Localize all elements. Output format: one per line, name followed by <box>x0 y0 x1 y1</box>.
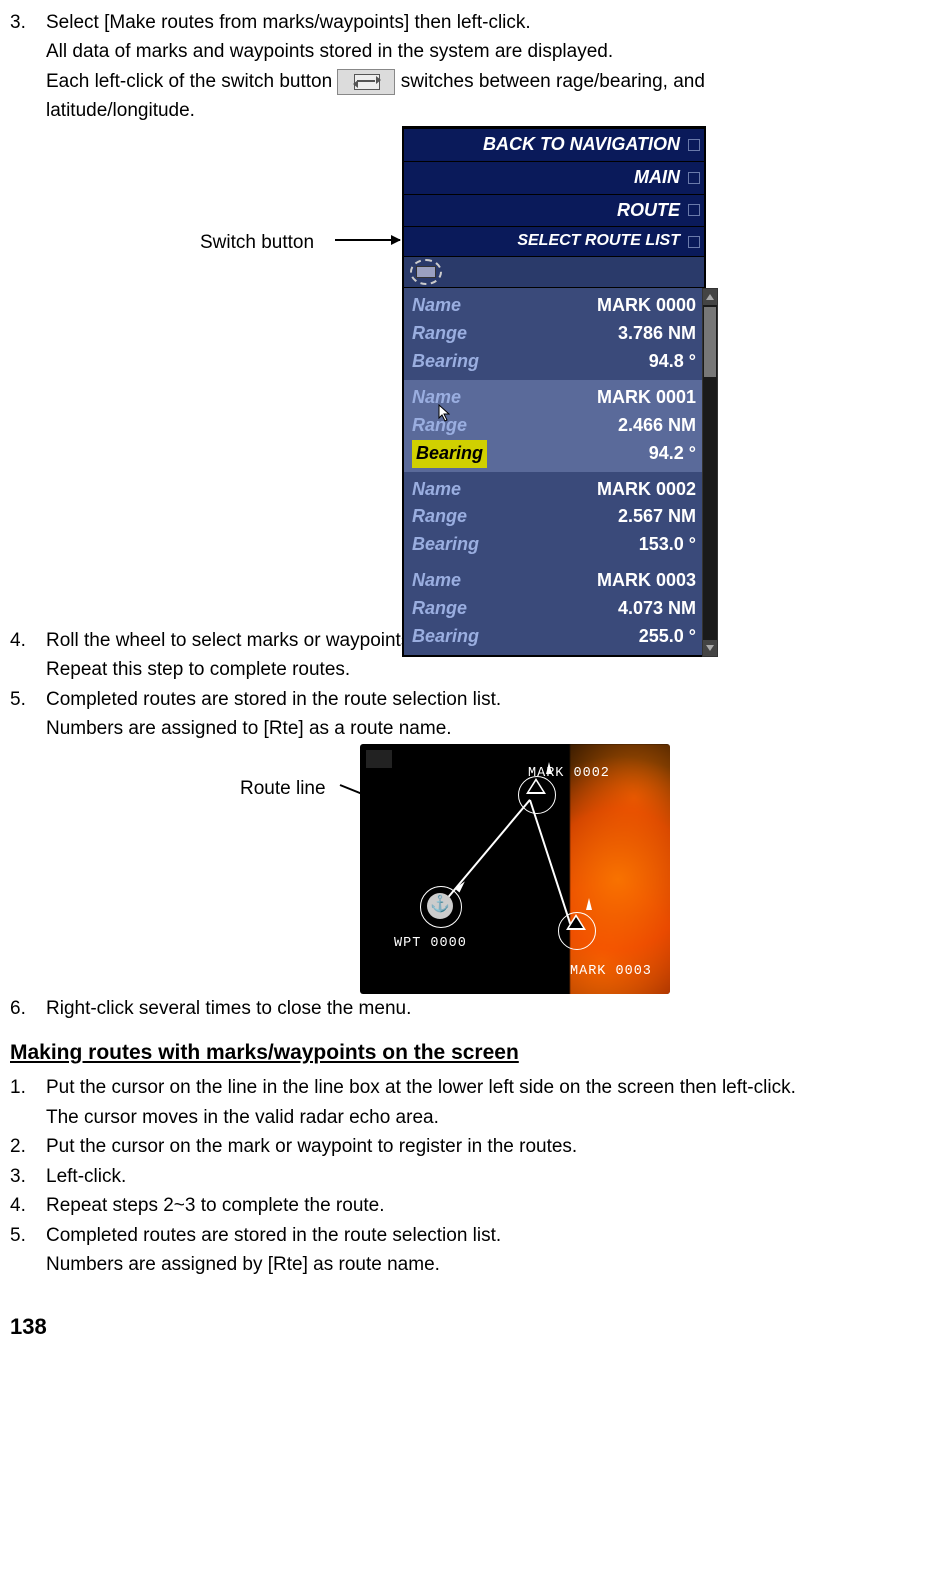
step5-line2: Numbers are assigned to [Rte] as a route… <box>46 714 937 743</box>
b5-line2: Numbers are assigned by [Rte] as route n… <box>46 1250 937 1279</box>
step5-number: 5. <box>10 685 46 714</box>
label-mark-0003: MARK 0003 <box>570 962 652 983</box>
mark1-bearing: 94.2 ° <box>649 440 696 468</box>
label-bearing: Bearing <box>412 348 479 376</box>
label-name: Name <box>412 292 461 320</box>
mark-item-3[interactable]: Name MARK 0003 Range 4.073 NM Bearing 255.0… <box>404 563 704 655</box>
radar-display: ⚓ MARK 0002 WPT 0000 MARK 0003 <box>360 744 670 994</box>
nav-main-label: MAIN <box>634 164 680 192</box>
scroll-thumb[interactable] <box>704 307 716 377</box>
mark1-range: 2.466 NM <box>618 412 696 440</box>
label-bearing: Bearing <box>412 531 479 559</box>
label-name: Name <box>412 384 461 412</box>
step3-line4: latitude/longitude. <box>46 96 937 125</box>
label-wpt-0000: WPT 0000 <box>394 934 467 955</box>
mark3-range: 4.073 NM <box>618 595 696 623</box>
scrollbar[interactable] <box>702 288 718 657</box>
nav-select-route-list[interactable]: SELECT ROUTE LIST <box>404 227 704 256</box>
waypoint-wpt-0000: ⚓ <box>420 886 460 926</box>
b2-number: 2. <box>10 1132 46 1161</box>
switch-button[interactable] <box>404 257 704 287</box>
radar-corner-box <box>366 750 392 768</box>
mark-item-2[interactable]: Name MARK 0002 Range 2.567 NM Bearing 153.0… <box>404 472 704 564</box>
mark2-bearing: 153.0 ° <box>639 531 696 559</box>
label-bearing: Bearing <box>412 440 487 468</box>
nav-route[interactable]: ROUTE <box>404 195 704 227</box>
b3-line1: Left-click. <box>46 1162 126 1191</box>
mark3-bearing: 255.0 ° <box>639 623 696 651</box>
b4-line1: Repeat steps 2~3 to complete the route. <box>46 1191 385 1220</box>
mark2-name: MARK 0002 <box>597 476 696 504</box>
step3-line3b: switches between rage/bearing, and <box>401 71 705 92</box>
step5-line1: Completed routes are stored in the route… <box>46 685 501 714</box>
mark0-name: MARK 0000 <box>597 292 696 320</box>
step3-line3a: Each left-click of the switch button <box>46 71 332 92</box>
b1-line2: The cursor moves in the valid radar echo… <box>46 1103 937 1132</box>
section-heading: Making routes with marks/waypoints on th… <box>10 1037 937 1070</box>
switch-button-icon <box>337 69 395 95</box>
mark3-name: MARK 0003 <box>597 567 696 595</box>
step6-number: 6. <box>10 994 46 1023</box>
mark-item-1-selected[interactable]: Name MARK 0001 Range 2.466 NM Bearing 94.2 … <box>404 380 704 472</box>
label-range: Range <box>412 595 467 623</box>
b1-number: 1. <box>10 1073 46 1102</box>
switch-button-label: Switch button <box>200 228 314 257</box>
b5-number: 5. <box>10 1221 46 1250</box>
scroll-down-icon[interactable] <box>703 640 717 656</box>
mark0-range: 3.786 NM <box>618 320 696 348</box>
label-mark-0002: MARK 0002 <box>528 764 610 785</box>
mark0-bearing: 94.8 ° <box>649 348 696 376</box>
label-name: Name <box>412 476 461 504</box>
b4-number: 4. <box>10 1191 46 1220</box>
step3-number: 3. <box>10 8 46 37</box>
figure-route-list: Switch button BACK TO NAVIGATION MAIN RO… <box>130 126 890 626</box>
step4-number: 4. <box>10 626 46 655</box>
figure-radar: Route line ⚓ MARK 0002 WPT 0000 MARK 000… <box>230 744 870 994</box>
nav-back[interactable]: BACK TO NAVIGATION <box>404 129 704 161</box>
label-bearing: Bearing <box>412 623 479 651</box>
nav-select-label: SELECT ROUTE LIST <box>517 229 680 254</box>
nav-main[interactable]: MAIN <box>404 162 704 194</box>
nav-back-label: BACK TO NAVIGATION <box>483 131 680 159</box>
nav-route-label: ROUTE <box>617 197 680 225</box>
scroll-up-icon[interactable] <box>703 289 717 305</box>
switch-icon <box>410 259 442 285</box>
step3-line2: All data of marks and waypoints stored i… <box>46 37 937 66</box>
page-number: 138 <box>10 1310 937 1344</box>
route-line-label: Route line <box>240 774 326 803</box>
step6-line1: Right-click several times to close the m… <box>46 994 411 1023</box>
route-list-panel: BACK TO NAVIGATION MAIN ROUTE SELECT ROU… <box>402 126 706 657</box>
label-range: Range <box>412 320 467 348</box>
label-range: Range <box>412 412 467 440</box>
b3-number: 3. <box>10 1162 46 1191</box>
route-line-segment <box>529 799 571 923</box>
mark-item-0[interactable]: Name MARK 0000 Range 3.786 NM Bearing 94.8 … <box>404 288 704 380</box>
mark1-name: MARK 0001 <box>597 384 696 412</box>
mark2-range: 2.567 NM <box>618 503 696 531</box>
b5-line1: Completed routes are stored in the route… <box>46 1221 501 1250</box>
step3-line1: Select [Make routes from marks/waypoints… <box>46 8 531 37</box>
b1-line1: Put the cursor on the line in the line b… <box>46 1073 796 1102</box>
label-range: Range <box>412 503 467 531</box>
arrow-icon <box>335 239 400 241</box>
label-name: Name <box>412 567 461 595</box>
b2-line1: Put the cursor on the mark or waypoint t… <box>46 1132 577 1161</box>
step4-line2: Repeat this step to complete routes. <box>46 655 937 684</box>
